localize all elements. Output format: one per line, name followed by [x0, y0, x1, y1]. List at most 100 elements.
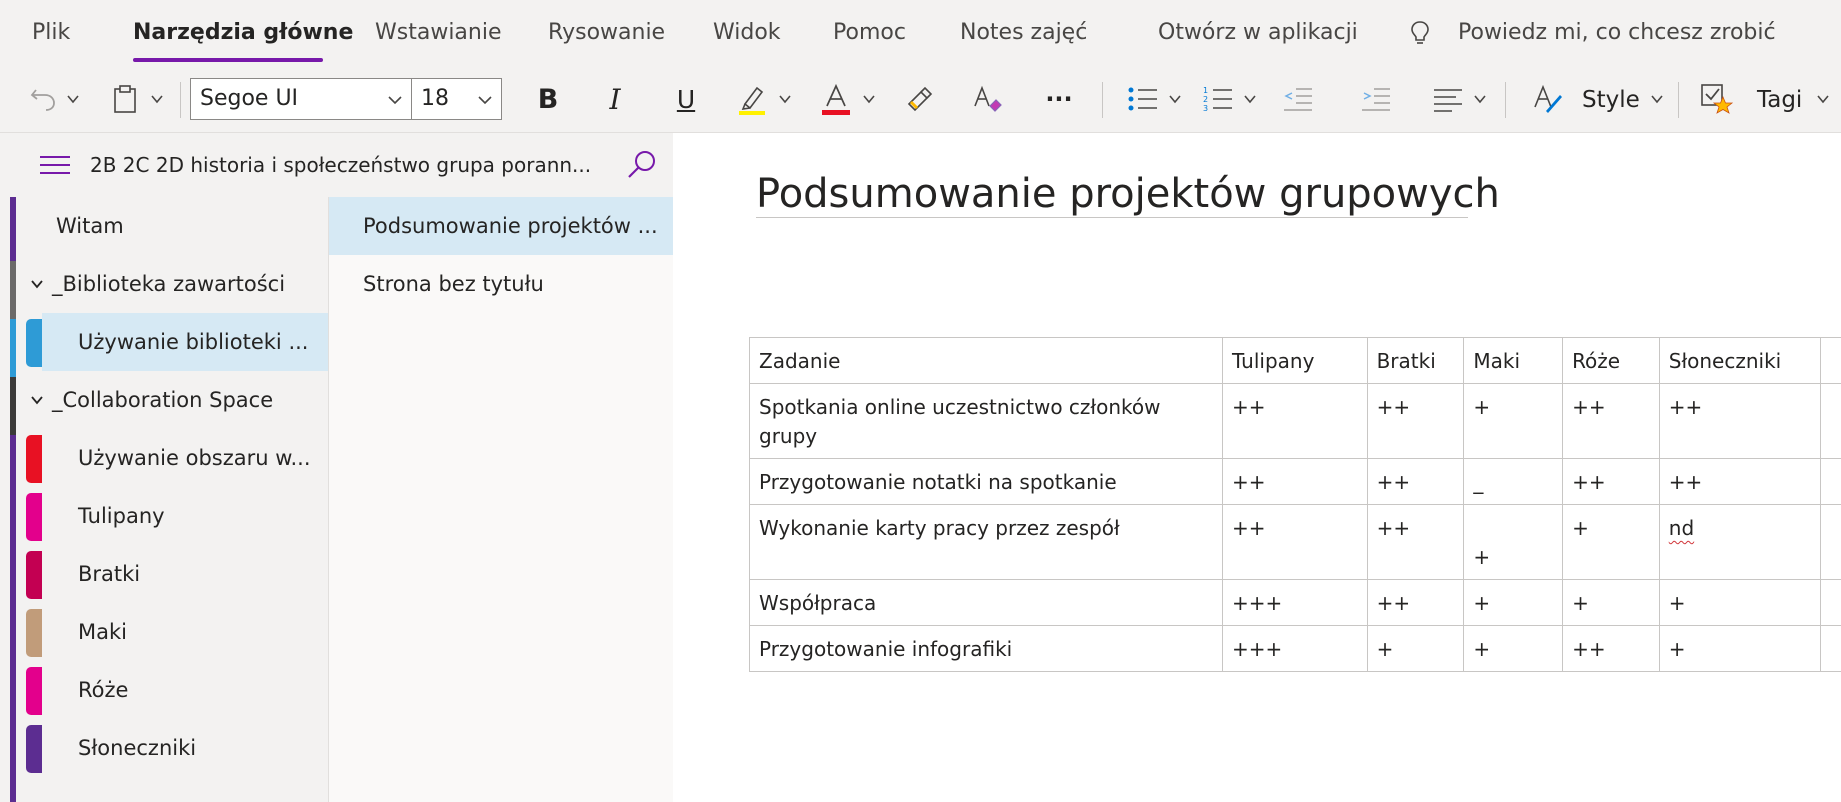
paragraph-align-button[interactable]: [1430, 74, 1466, 124]
summary-table[interactable]: Zadanie Tulipany Bratki Maki Róże Słonec…: [749, 337, 1841, 672]
highlight-button[interactable]: [735, 74, 771, 124]
paste-button[interactable]: [108, 74, 142, 124]
section-group-biblioteka[interactable]: _Biblioteka zawartości: [0, 255, 328, 313]
table-header-cell[interactable]: Róże: [1562, 337, 1660, 384]
section-maki[interactable]: Maki: [0, 603, 328, 661]
section-group-label: _Collaboration Space: [52, 388, 274, 412]
font-size-value: 18: [421, 86, 449, 111]
font-color-dropdown-chevron-icon[interactable]: [862, 92, 876, 106]
font-name-input[interactable]: Segoe UI: [190, 78, 412, 120]
hamburger-menu-icon[interactable]: [40, 155, 70, 175]
table-cell[interactable]: Współpraca: [749, 579, 1223, 626]
page-podsumowanie[interactable]: Podsumowanie projektów ...: [329, 197, 674, 255]
table-cell[interactable]: ++: [1222, 504, 1368, 580]
increase-indent-button[interactable]: [1358, 74, 1394, 124]
table-cell[interactable]: ++: [1222, 383, 1368, 459]
italic-button[interactable]: I: [597, 74, 633, 124]
styles-label[interactable]: Style: [1582, 86, 1640, 114]
table-header-cell[interactable]: Tulipany: [1222, 337, 1368, 384]
page-canvas[interactable]: Podsumowanie projektów grupowych Zadanie…: [673, 133, 1841, 802]
table-cell[interactable]: ++: [1658, 383, 1822, 459]
table-cell[interactable]: ++: [1562, 383, 1660, 459]
table-cell[interactable]: _: [1463, 458, 1564, 505]
table-cell[interactable]: +: [1463, 625, 1564, 672]
table-cell[interactable]: Spotkania online uczestnictwo członków g…: [749, 383, 1223, 459]
section-group-collaboration[interactable]: _Collaboration Space: [0, 371, 328, 429]
decrease-indent-button[interactable]: [1280, 74, 1316, 124]
section-uzywanie-biblioteki[interactable]: Używanie biblioteki ...: [42, 313, 328, 371]
section-sloneczniki[interactable]: Słoneczniki: [0, 719, 328, 777]
table-cell[interactable]: ++: [1366, 579, 1465, 626]
table-cell[interactable]: ++: [1562, 625, 1660, 672]
page-title[interactable]: Podsumowanie projektów grupowych: [756, 169, 1500, 219]
table-cell-overflow: [1820, 579, 1841, 626]
table-header-cell[interactable]: Zadanie: [749, 337, 1223, 384]
styles-dropdown-chevron-icon[interactable]: [1650, 92, 1664, 106]
tags-dropdown-chevron-icon[interactable]: [1816, 92, 1830, 106]
clear-formatting-button[interactable]: [970, 74, 1006, 124]
table-cell[interactable]: ++: [1562, 458, 1660, 505]
table-cell[interactable]: +: [1463, 579, 1564, 626]
styles-button[interactable]: [1530, 74, 1566, 124]
notebook-title[interactable]: 2B 2C 2D historia i społeczeństwo grupa …: [90, 151, 591, 179]
table-cell[interactable]: ++: [1366, 383, 1465, 459]
chevron-down-icon: [31, 396, 43, 405]
more-options-button[interactable]: ···: [1040, 74, 1078, 124]
numbered-list-button[interactable]: 1 2 3: [1200, 74, 1236, 124]
tab-insert[interactable]: Wstawianie: [375, 20, 502, 46]
table-cell[interactable]: +++: [1222, 579, 1368, 626]
ribbon-tabs: Plik Narzędzia główne Wstawianie Rysowan…: [0, 0, 1841, 62]
paste-dropdown-chevron-icon[interactable]: [150, 92, 164, 106]
open-in-app-button[interactable]: Otwórz w aplikacji: [1158, 20, 1358, 46]
table-cell[interactable]: +: [1658, 625, 1822, 672]
tab-home[interactable]: Narzędzia główne: [133, 20, 353, 46]
tab-view[interactable]: Widok: [713, 20, 781, 46]
font-color-button[interactable]: [818, 74, 854, 124]
table-cell[interactable]: +: [1562, 579, 1660, 626]
align-dropdown-chevron-icon[interactable]: [1473, 92, 1487, 106]
search-icon[interactable]: [627, 149, 657, 181]
table-cell[interactable]: Przygotowanie notatki na spotkanie: [749, 458, 1223, 505]
tab-file[interactable]: Plik: [32, 20, 70, 46]
tab-draw[interactable]: Rysowanie: [548, 20, 665, 46]
table-cell[interactable]: +: [1562, 504, 1660, 580]
undo-dropdown-chevron-icon[interactable]: [66, 92, 80, 106]
bold-button[interactable]: B: [530, 74, 566, 124]
tags-button[interactable]: [1698, 74, 1734, 124]
tell-me-search[interactable]: Powiedz mi, co chcesz zrobić: [1458, 20, 1776, 46]
section-witam[interactable]: Witam: [0, 197, 328, 255]
bullet-list-dropdown-chevron-icon[interactable]: [1168, 92, 1182, 106]
table-cell[interactable]: +: [1366, 625, 1465, 672]
tags-label[interactable]: Tagi: [1757, 86, 1802, 114]
highlight-dropdown-chevron-icon[interactable]: [778, 92, 792, 106]
table-cell[interactable]: +++: [1222, 625, 1368, 672]
table-cell[interactable]: ++: [1366, 504, 1465, 580]
table-cell[interactable]: nd: [1658, 504, 1822, 580]
bullet-list-button[interactable]: [1125, 74, 1161, 124]
table-cell[interactable]: Przygotowanie infografiki: [749, 625, 1223, 672]
section-uzywanie-obszaru[interactable]: Używanie obszaru w...: [0, 429, 328, 487]
font-name-chevron-icon: [388, 96, 402, 105]
table-cell[interactable]: ++: [1222, 458, 1368, 505]
table-cell[interactable]: +: [1463, 504, 1564, 580]
font-size-input[interactable]: 18: [411, 78, 502, 120]
underline-button[interactable]: U: [668, 74, 704, 124]
table-header-row: Zadanie Tulipany Bratki Maki Róże Słonec…: [749, 337, 1841, 384]
table-header-cell[interactable]: Bratki: [1366, 337, 1465, 384]
table-cell[interactable]: ++: [1366, 458, 1465, 505]
section-tulipany[interactable]: Tulipany: [0, 487, 328, 545]
section-bratki[interactable]: Bratki: [0, 545, 328, 603]
undo-button[interactable]: [26, 74, 60, 124]
format-painter-button[interactable]: [902, 74, 938, 124]
tab-help[interactable]: Pomoc: [833, 20, 906, 46]
numbered-list-dropdown-chevron-icon[interactable]: [1243, 92, 1257, 106]
table-header-cell[interactable]: Słoneczniki: [1658, 337, 1822, 384]
table-cell[interactable]: ++: [1658, 458, 1822, 505]
tab-class-notebook[interactable]: Notes zajęć: [960, 20, 1087, 46]
page-strona-bez-tytulu[interactable]: Strona bez tytułu: [329, 255, 674, 313]
table-header-cell[interactable]: Maki: [1463, 337, 1564, 384]
table-cell[interactable]: +: [1658, 579, 1822, 626]
section-roze[interactable]: Róże: [0, 661, 328, 719]
table-cell[interactable]: Wykonanie karty pracy przez zespół: [749, 504, 1223, 580]
table-cell[interactable]: +: [1463, 383, 1564, 459]
